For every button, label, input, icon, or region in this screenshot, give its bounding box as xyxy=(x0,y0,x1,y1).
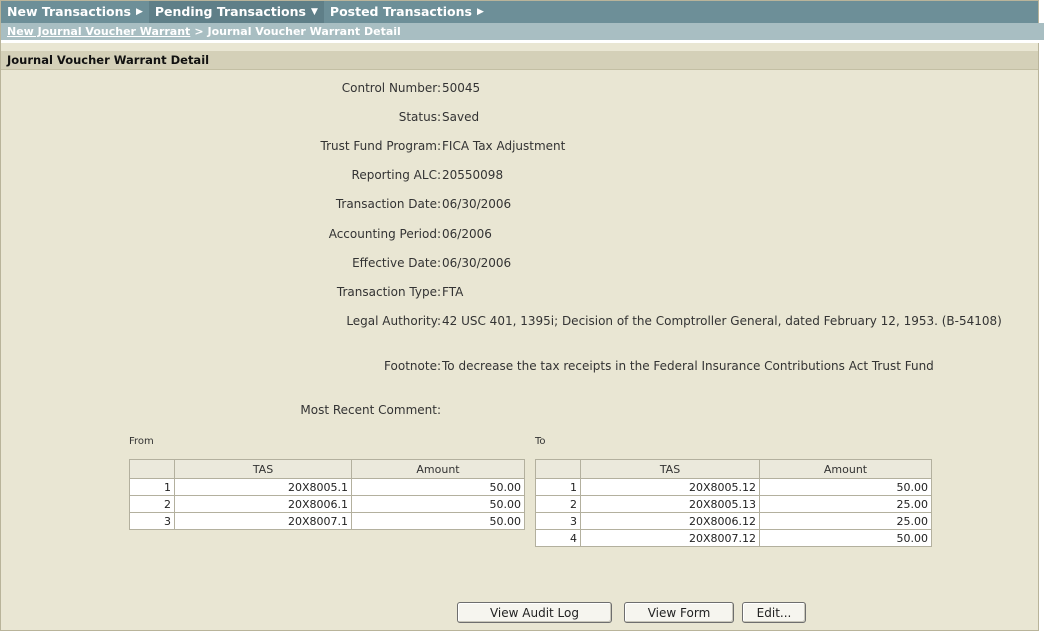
chevron-right-icon: ▶ xyxy=(135,7,143,17)
table-row: 1 20X8005.12 50.00 xyxy=(535,478,932,496)
to-table: TAS Amount 1 20X8005.12 50.00 2 20X8005.… xyxy=(535,459,932,547)
row-amount: 25.00 xyxy=(759,495,932,513)
top-navigation: New Transactions ▶ Pending Transactions … xyxy=(1,1,1038,23)
nav-new-transactions[interactable]: New Transactions ▶ xyxy=(1,1,149,23)
edit-button[interactable]: Edit... xyxy=(742,602,806,623)
field-value-accounting-period: 06/2006 xyxy=(442,227,492,241)
row-tas: 20X8007.1 xyxy=(174,512,352,530)
column-header-tas: TAS xyxy=(580,459,760,479)
table-header-row: TAS Amount xyxy=(129,459,525,479)
breadcrumb: New Journal Voucher Warrant > Journal Vouc… xyxy=(1,23,1044,43)
field-value-status: Saved xyxy=(442,110,480,124)
field-value-transaction-type: FTA xyxy=(442,285,464,299)
row-index: 1 xyxy=(535,478,581,496)
from-table-label: From xyxy=(129,436,154,447)
section-title: Journal Voucher Warrant Detail xyxy=(1,51,1038,70)
view-form-button[interactable]: View Form xyxy=(624,602,734,623)
row-index: 2 xyxy=(535,495,581,513)
field-value-trust-fund-program: FICA Tax Adjustment xyxy=(442,139,566,153)
field-value-footnote: To decrease the tax receipts in the Fede… xyxy=(442,359,934,373)
row-index: 3 xyxy=(129,512,175,530)
row-amount: 25.00 xyxy=(759,512,932,530)
view-audit-log-button[interactable]: View Audit Log xyxy=(457,602,612,623)
row-amount: 50.00 xyxy=(351,512,525,530)
breadcrumb-current: Journal Voucher Warrant Detail xyxy=(207,25,401,38)
column-header-tas: TAS xyxy=(174,459,352,479)
field-value-effective-date: 06/30/2006 xyxy=(442,256,512,270)
field-label-status: Status: xyxy=(398,110,441,124)
field-label-legal-authority: Legal Authority: xyxy=(346,314,441,328)
field-label-reporting-alc: Reporting ALC: xyxy=(351,168,441,182)
table-row: 2 20X8006.1 50.00 xyxy=(129,495,525,513)
row-amount: 50.00 xyxy=(759,478,932,496)
column-header-amount: Amount xyxy=(351,459,525,479)
field-value-legal-authority: 42 USC 401, 1395i; Decision of the Compt… xyxy=(442,314,1002,328)
table-header-row: TAS Amount xyxy=(535,459,932,479)
field-label-accounting-period: Accounting Period: xyxy=(328,227,441,241)
row-tas: 20X8006.12 xyxy=(580,512,760,530)
row-tas: 20X8005.12 xyxy=(580,478,760,496)
app-frame: New Transactions ▶ Pending Transactions … xyxy=(0,0,1044,631)
row-tas: 20X8005.13 xyxy=(580,495,760,513)
nav-posted-transactions[interactable]: Posted Transactions ▶ xyxy=(324,1,490,23)
to-table-label: To xyxy=(535,436,546,447)
column-header-amount: Amount xyxy=(759,459,932,479)
from-table: TAS Amount 1 20X8005.1 50.00 2 20X8006.1… xyxy=(129,459,525,530)
field-label-transaction-type: Transaction Type: xyxy=(336,285,441,299)
field-value-transaction-date: 06/30/2006 xyxy=(442,197,512,211)
chevron-down-icon: ▼ xyxy=(310,7,318,17)
row-amount: 50.00 xyxy=(351,495,525,513)
field-label-footnote: Footnote: xyxy=(384,359,441,373)
breadcrumb-link-new-jvw[interactable]: New Journal Voucher Warrant xyxy=(7,25,190,38)
table-row: 1 20X8005.1 50.00 xyxy=(129,478,525,496)
table-row: 4 20X8007.12 50.00 xyxy=(535,529,932,547)
column-header-index xyxy=(535,459,581,479)
row-index: 1 xyxy=(129,478,175,496)
field-label-effective-date: Effective Date: xyxy=(352,256,441,270)
column-header-index xyxy=(129,459,175,479)
nav-pending-transactions[interactable]: Pending Transactions ▼ xyxy=(148,1,324,23)
table-row: 2 20X8005.13 25.00 xyxy=(535,495,932,513)
field-label-trust-fund-program: Trust Fund Program: xyxy=(320,139,441,153)
chevron-right-icon: ▶ xyxy=(476,7,484,17)
table-row: 3 20X8007.1 50.00 xyxy=(129,512,525,530)
breadcrumb-separator: > xyxy=(194,25,204,38)
row-index: 3 xyxy=(535,512,581,530)
nav-label: Posted Transactions xyxy=(329,4,472,19)
table-row: 3 20X8006.12 25.00 xyxy=(535,512,932,530)
field-label-transaction-date: Transaction Date: xyxy=(335,197,441,211)
field-value-control-number: 50045 xyxy=(442,81,481,95)
row-tas: 20X8006.1 xyxy=(174,495,352,513)
field-value-reporting-alc: 20550098 xyxy=(442,168,504,182)
field-label-most-recent-comment: Most Recent Comment: xyxy=(300,403,441,417)
row-index: 2 xyxy=(129,495,175,513)
row-amount: 50.00 xyxy=(759,529,932,547)
nav-label: Pending Transactions xyxy=(154,4,306,19)
row-amount: 50.00 xyxy=(351,478,525,496)
row-tas: 20X8007.12 xyxy=(580,529,760,547)
row-tas: 20X8005.1 xyxy=(174,478,352,496)
field-label-control-number: Control Number: xyxy=(341,81,441,95)
nav-label: New Transactions xyxy=(7,4,131,19)
row-index: 4 xyxy=(535,529,581,547)
